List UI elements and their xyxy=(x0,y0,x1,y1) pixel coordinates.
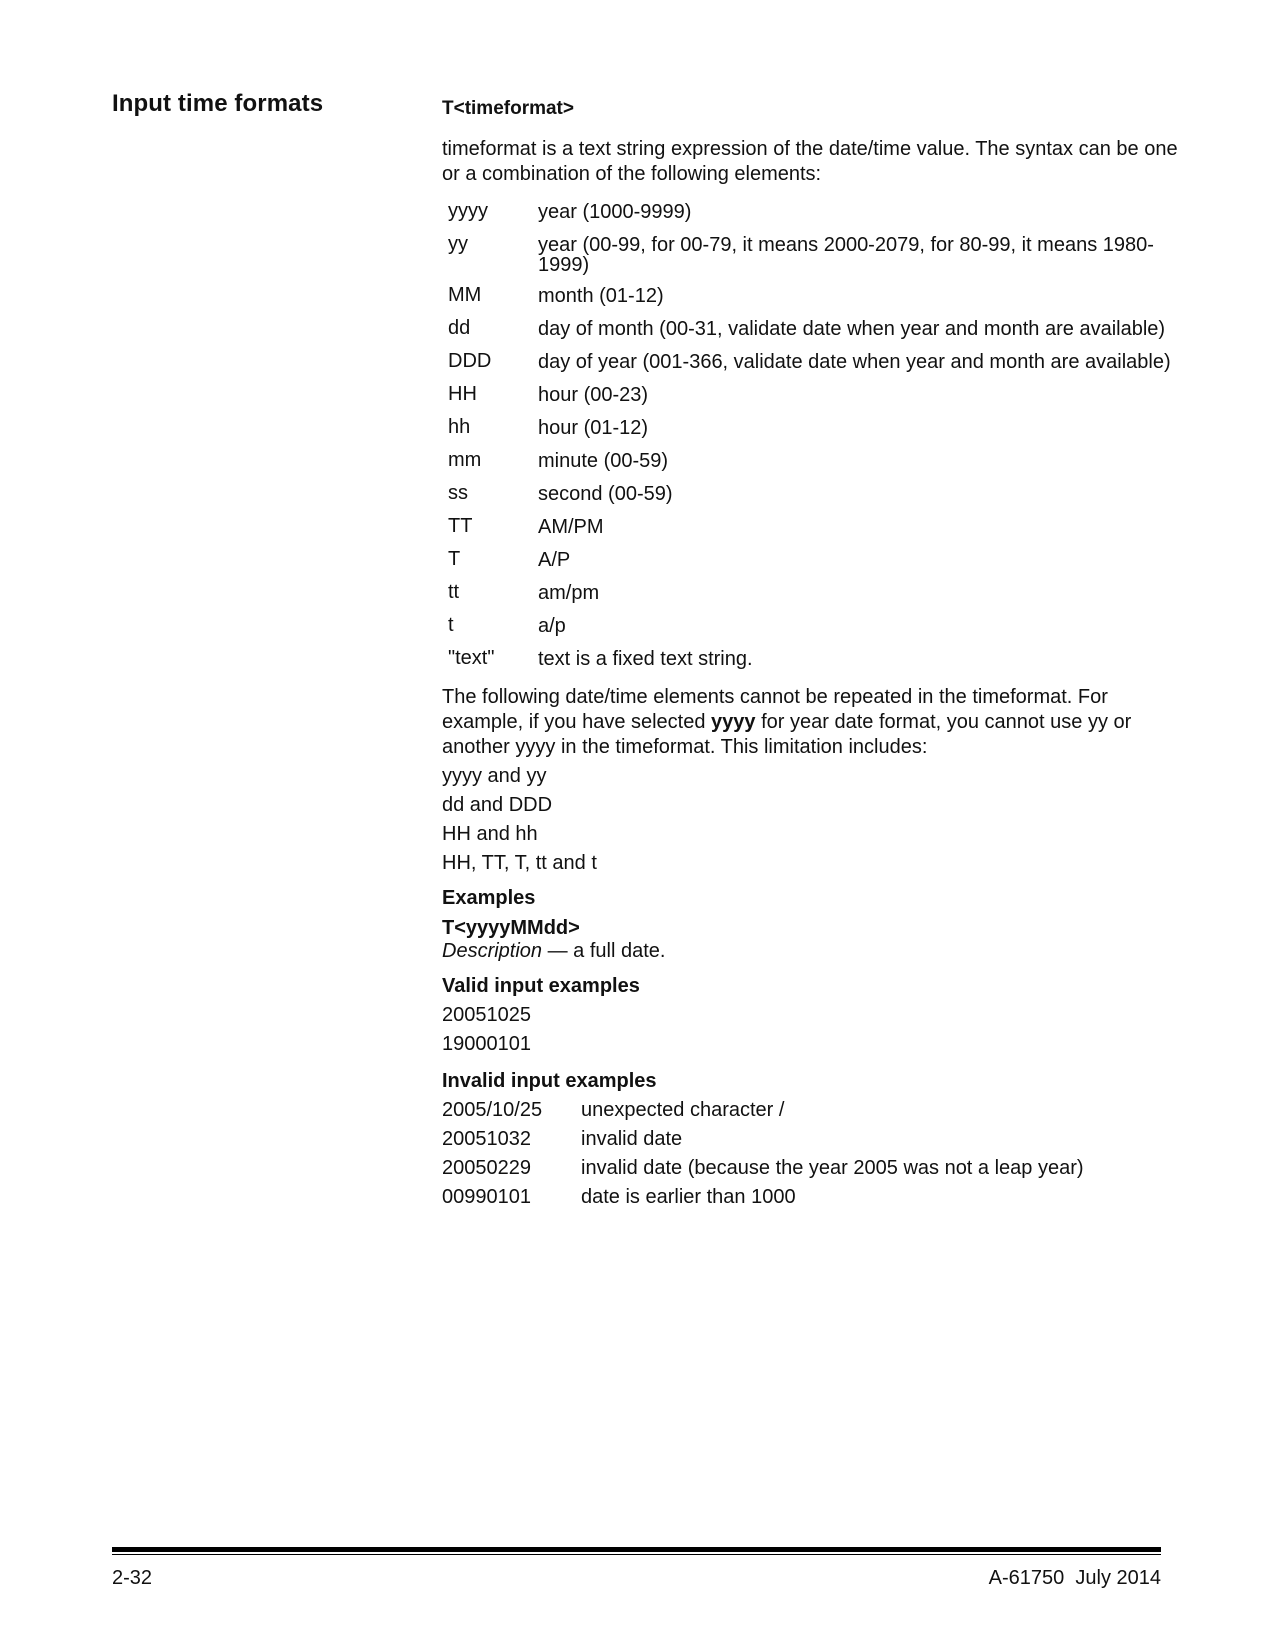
element-row: MM month (01-12) xyxy=(442,283,1192,308)
syntax-intro: timeformat is a text string expression o… xyxy=(442,138,1178,185)
element-code: DDD xyxy=(448,350,492,372)
invalid-example-row: 2005/10/25 unexpected character / xyxy=(442,1098,1192,1123)
element-row: HH hour (00-23) xyxy=(442,382,1192,407)
element-desc: am/pm xyxy=(538,582,600,604)
footer-rule xyxy=(112,1547,1161,1552)
element-code: dd xyxy=(448,317,471,339)
limitation-item: HH, TT, T, tt and t xyxy=(442,852,597,874)
limitation-item: yyyy and yy xyxy=(442,765,547,787)
limitations-list: yyyy and yy dd and DDD HH and hh HH, TT,… xyxy=(442,764,1192,876)
element-desc: text is a fixed text string. xyxy=(538,648,753,670)
element-row: ss second (00-59) xyxy=(442,481,1192,506)
element-row: "text" text is a fixed text string. xyxy=(442,646,1192,671)
element-desc: month (01-12) xyxy=(538,285,664,307)
element-code: HH xyxy=(448,383,477,405)
element-code: tt xyxy=(448,581,460,603)
element-row: yyyy year (1000-9999) xyxy=(442,199,1192,224)
invalid-example-reason: unexpected character / xyxy=(581,1099,785,1121)
element-row: hh hour (01-12) xyxy=(442,415,1192,440)
invalid-example-reason: date is earlier than 1000 xyxy=(581,1186,796,1208)
invalid-example-value: 20050229 xyxy=(442,1157,531,1179)
page-number: 2-32 xyxy=(112,1567,153,1589)
example-description-text: — a full date. xyxy=(542,940,666,962)
footer-rule-thin xyxy=(112,1554,1161,1555)
element-code: "text" xyxy=(448,647,495,669)
limitation-item: HH and hh xyxy=(442,823,538,845)
repeat-note: The following date/time elements cannot … xyxy=(442,685,1192,760)
section-heading: Input time formats xyxy=(112,90,324,117)
examples-heading: Examples xyxy=(442,887,536,909)
syntax-title: T<timeformat> xyxy=(442,98,574,119)
invalid-example-row: 20051032 invalid date xyxy=(442,1127,1192,1152)
element-desc: day of month (00-31, validate date when … xyxy=(538,318,1166,340)
example-description: Description — a full date. xyxy=(442,940,1192,963)
element-code: t xyxy=(448,614,454,636)
element-code: mm xyxy=(448,449,482,471)
invalid-example-value: 20051032 xyxy=(442,1128,531,1150)
limitation-item: dd and DDD xyxy=(442,794,553,816)
invalid-example-value: 00990101 xyxy=(442,1186,531,1208)
element-row: t a/p xyxy=(442,613,1192,638)
element-row: dd day of month (00-31, validate date wh… xyxy=(442,316,1192,341)
element-row: mm minute (00-59) xyxy=(442,448,1192,473)
elements-table: yyyy year (1000-9999) yy year (00-99, fo… xyxy=(442,199,1192,671)
element-code: hh xyxy=(448,416,471,438)
main-content: T<timeformat> timeformat is a text strin… xyxy=(442,96,1192,1214)
repeat-note-bold: yyyy xyxy=(711,711,756,733)
element-desc: second (00-59) xyxy=(538,483,673,505)
valid-examples-heading: Valid input examples xyxy=(442,975,640,997)
invalid-examples-heading: Invalid input examples xyxy=(442,1070,657,1092)
element-desc: A/P xyxy=(538,549,571,571)
invalid-example-row: 20050229 invalid date (because the year … xyxy=(442,1156,1192,1181)
element-code: TT xyxy=(448,515,473,537)
element-desc: minute (00-59) xyxy=(538,450,669,472)
document-id: A-61750 July 2014 xyxy=(988,1567,1161,1589)
invalid-example-reason: invalid date (because the year 2005 was … xyxy=(581,1157,1084,1179)
invalid-example-reason: invalid date xyxy=(581,1128,683,1150)
element-desc: AM/PM xyxy=(538,516,604,538)
element-code: MM xyxy=(448,284,482,306)
element-desc: hour (00-23) xyxy=(538,384,649,406)
element-desc: year (00-99, for 00-79, it means 2000-20… xyxy=(538,234,1154,276)
element-row: yy year (00-99, for 00-79, it means 2000… xyxy=(442,232,1192,275)
invalid-example-row: 00990101 date is earlier than 1000 xyxy=(442,1185,1192,1210)
example-description-label: Description xyxy=(442,940,543,962)
element-row: tt am/pm xyxy=(442,580,1192,605)
element-row: DDD day of year (001-366, validate date … xyxy=(442,349,1192,374)
element-desc: hour (01-12) xyxy=(538,417,649,439)
element-code: yyyy xyxy=(448,200,488,222)
example-format: T<yyyyMMdd> xyxy=(442,917,580,939)
element-code: ss xyxy=(448,482,468,504)
invalid-example-value: 2005/10/25 xyxy=(442,1099,543,1121)
element-desc: day of year (001-366, validate date when… xyxy=(538,351,1171,373)
valid-example: 19000101 xyxy=(442,1033,531,1055)
element-desc: a/p xyxy=(538,615,566,637)
element-row: TT AM/PM xyxy=(442,514,1192,539)
element-desc: year (1000-9999) xyxy=(538,201,692,223)
valid-example: 20051025 xyxy=(442,1004,531,1026)
element-code: T xyxy=(448,548,461,570)
element-code: yy xyxy=(448,233,468,255)
element-row: T A/P xyxy=(442,547,1192,572)
